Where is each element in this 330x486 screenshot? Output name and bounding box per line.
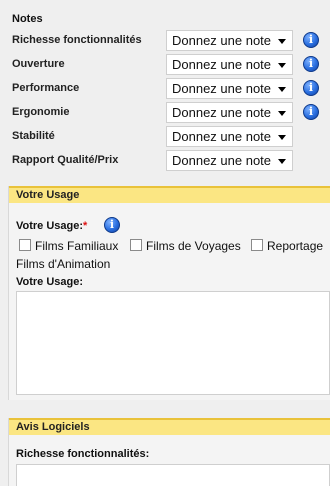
select-value: Donnez une note	[172, 153, 272, 168]
rating-row-rapport: Rapport Qualité/Prix Donnez une note	[12, 150, 322, 172]
rating-label: Stabilité	[12, 130, 55, 142]
info-icon[interactable]: i	[303, 56, 319, 72]
usage-section-header: Votre Usage	[9, 186, 330, 203]
notes-title: Notes	[12, 13, 43, 25]
rating-label: Rapport Qualité/Prix	[12, 154, 119, 166]
rating-select-performance[interactable]: Donnez une note	[166, 78, 293, 99]
select-value: Donnez une note	[172, 57, 272, 72]
usage-textarea[interactable]	[16, 291, 330, 395]
checkbox-label: Films de Voyages	[146, 239, 241, 253]
info-icon[interactable]: i	[303, 80, 319, 96]
usage-label-text: Votre Usage:	[16, 220, 84, 232]
chevron-down-icon	[278, 135, 286, 140]
rating-row-performance: Performance Donnez une note i	[12, 78, 322, 100]
rating-select-rapport[interactable]: Donnez une note	[166, 150, 293, 171]
usage-textarea-label: Votre Usage:	[16, 276, 84, 288]
rating-row-ergonomie: Ergonomie Donnez une note i	[12, 102, 322, 124]
select-value: Donnez une note	[172, 105, 272, 120]
avis-field-label: Richesse fonctionnalités:	[16, 448, 150, 460]
checkbox-label: Films Familiaux	[35, 239, 119, 253]
rating-label: Ergonomie	[12, 106, 70, 118]
required-marker: *	[83, 220, 88, 232]
info-icon[interactable]: i	[303, 104, 319, 120]
avis-textarea[interactable]	[16, 464, 330, 486]
chevron-down-icon	[278, 87, 286, 92]
info-icon[interactable]: i	[303, 32, 319, 48]
checkbox-films-voyages[interactable]	[130, 239, 142, 251]
review-form: Notes Richesse fonctionnalités Donnez un…	[0, 0, 330, 486]
usage-field-label: Votre Usage:*	[16, 220, 87, 232]
rating-label: Richesse fonctionnalités	[12, 34, 142, 46]
select-value: Donnez une note	[172, 81, 272, 96]
rating-row-richesse: Richesse fonctionnalités Donnez une note…	[12, 30, 322, 52]
rating-row-stabilite: Stabilité Donnez une note	[12, 126, 322, 148]
rating-label: Ouverture	[12, 58, 65, 70]
rating-select-ouverture[interactable]: Donnez une note	[166, 54, 293, 75]
checkbox-reportage[interactable]	[251, 239, 263, 251]
chevron-down-icon	[278, 63, 286, 68]
rating-row-ouverture: Ouverture Donnez une note i	[12, 54, 322, 76]
checkbox-label: Reportage	[267, 239, 324, 253]
checkbox-films-familiaux[interactable]	[19, 239, 31, 251]
rating-label: Performance	[12, 82, 80, 94]
rating-select-ergonomie[interactable]: Donnez une note	[166, 102, 293, 123]
rating-select-richesse[interactable]: Donnez une note	[166, 30, 293, 51]
select-value: Donnez une note	[172, 33, 272, 48]
rating-select-stabilite[interactable]: Donnez une note	[166, 126, 293, 147]
chevron-down-icon	[278, 39, 286, 44]
avis-section-header: Avis Logiciels	[9, 418, 330, 435]
info-icon[interactable]: i	[104, 217, 120, 233]
chevron-down-icon	[278, 159, 286, 164]
select-value: Donnez une note	[172, 129, 272, 144]
chevron-down-icon	[278, 111, 286, 116]
checkbox-label: Films d'Animation	[16, 257, 111, 271]
